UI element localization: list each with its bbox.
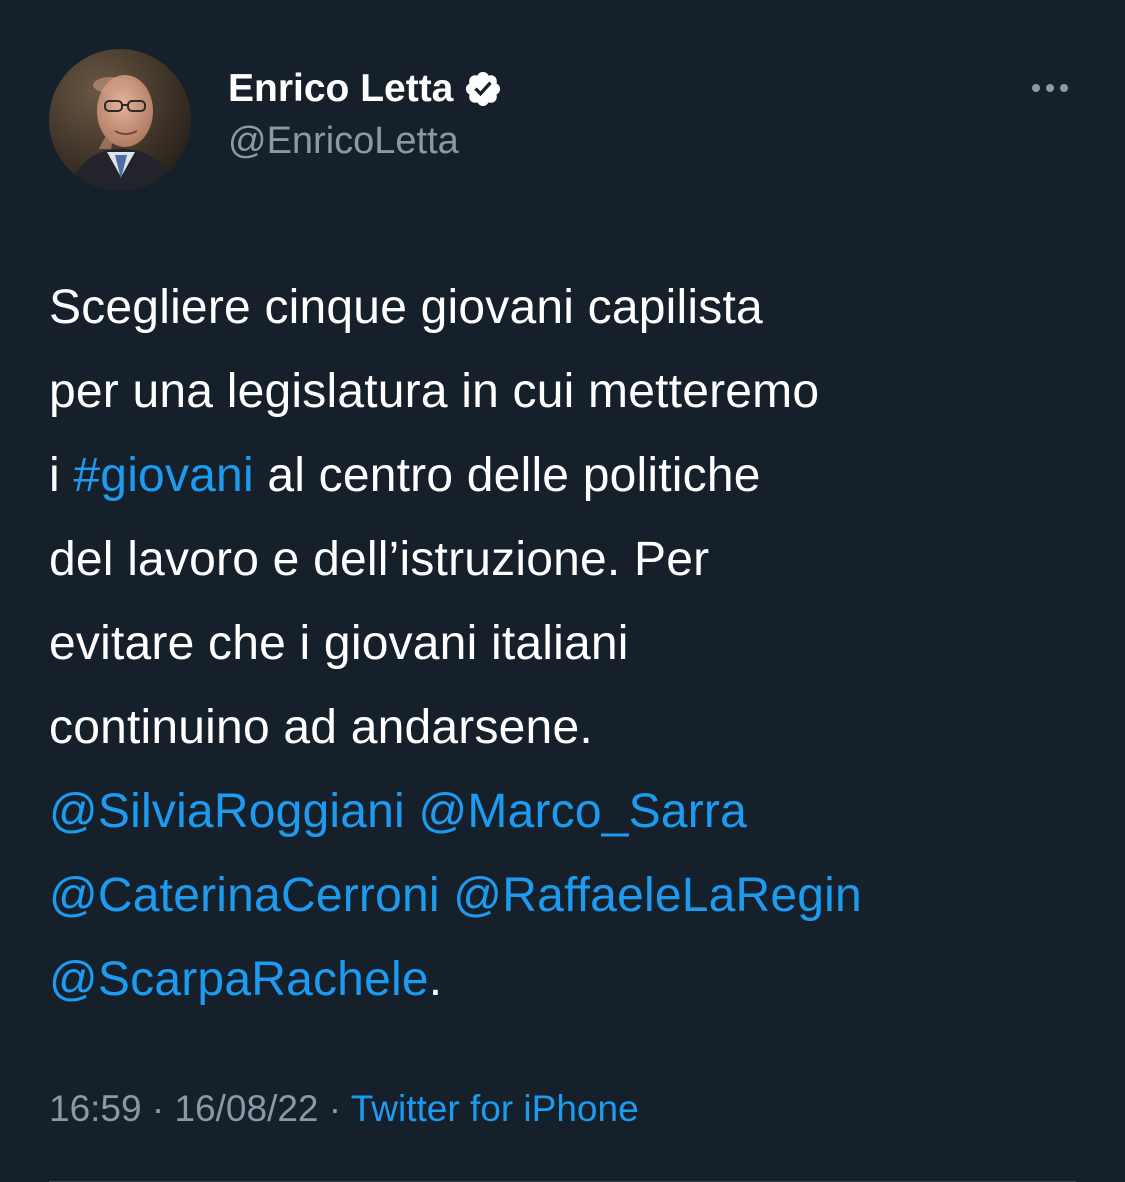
tweet-source-link[interactable]: Twitter for iPhone [351, 1088, 639, 1129]
tweet-text-segment [405, 785, 419, 838]
tweet-text-segment: per una legislatura in cui metteremo [49, 365, 820, 418]
tweet-date[interactable]: 16/08/22 [174, 1088, 318, 1129]
tweet-text-line: Scegliere cinque giovani capilista [49, 266, 1099, 350]
verified-badge-icon [463, 69, 503, 109]
tweet-time[interactable]: 16:59 [49, 1088, 142, 1129]
mention-link[interactable]: @Marco_Sarra [418, 785, 747, 838]
tweet-text-segment: . [428, 953, 443, 1006]
tweet-text-line: i #giovani al centro delle politiche [49, 434, 1099, 518]
tweet-text-line: @CaterinaCerroni @RaffaeleLaRegin [49, 854, 1099, 938]
meta-separator: · [318, 1088, 351, 1129]
tweet-text-line: per una legislatura in cui metteremo [49, 350, 1099, 434]
tweet-text-segment: Scegliere cinque giovani capilista [49, 281, 763, 334]
tweet-text-line: del lavoro e dell’istruzione. Per [49, 518, 1099, 602]
mention-link[interactable]: @SilviaRoggiani [49, 785, 405, 838]
mention-link[interactable]: @CaterinaCerroni [49, 869, 440, 922]
meta-separator: · [141, 1088, 175, 1129]
author-handle[interactable]: @EnricoLetta [228, 120, 459, 163]
tweet-text-segment [440, 869, 454, 922]
tweet-text-line: continuino ad andarsene. [49, 686, 1099, 770]
tweet-text-segment: i [49, 449, 74, 502]
tweet-text-segment: del lavoro e dell’istruzione. Per [49, 533, 710, 586]
mention-link[interactable]: @ScarpaRachele [49, 953, 429, 1006]
author-name-row[interactable]: Enrico Letta [228, 64, 503, 114]
tweet-text-segment: continuino ad andarsene. [49, 701, 593, 754]
hashtag-link[interactable]: #giovani [73, 449, 253, 502]
tweet-card: Enrico Letta @EnricoLetta Scegliere cinq… [0, 0, 1125, 1182]
tweet-text-line: @SilviaRoggiani @Marco_Sarra [49, 770, 1099, 854]
tweet-text-line: evitare che i giovani italiani [49, 602, 1099, 686]
tweet-text: Scegliere cinque giovani capilista per un… [49, 266, 1099, 1022]
more-options-icon[interactable] [1022, 72, 1078, 104]
display-name[interactable]: Enrico Letta [228, 67, 453, 111]
mention-link[interactable]: @RaffaeleLaRegin [453, 869, 862, 922]
avatar[interactable] [49, 49, 191, 191]
tweet-metadata: 16:59 · 16/08/22 · Twitter for iPhone [49, 1088, 639, 1130]
tweet-text-segment: al centro delle politiche [253, 449, 761, 502]
tweet-text-segment: evitare che i giovani italiani [49, 617, 629, 670]
tweet-text-line: @ScarpaRachele. [49, 938, 1099, 1022]
